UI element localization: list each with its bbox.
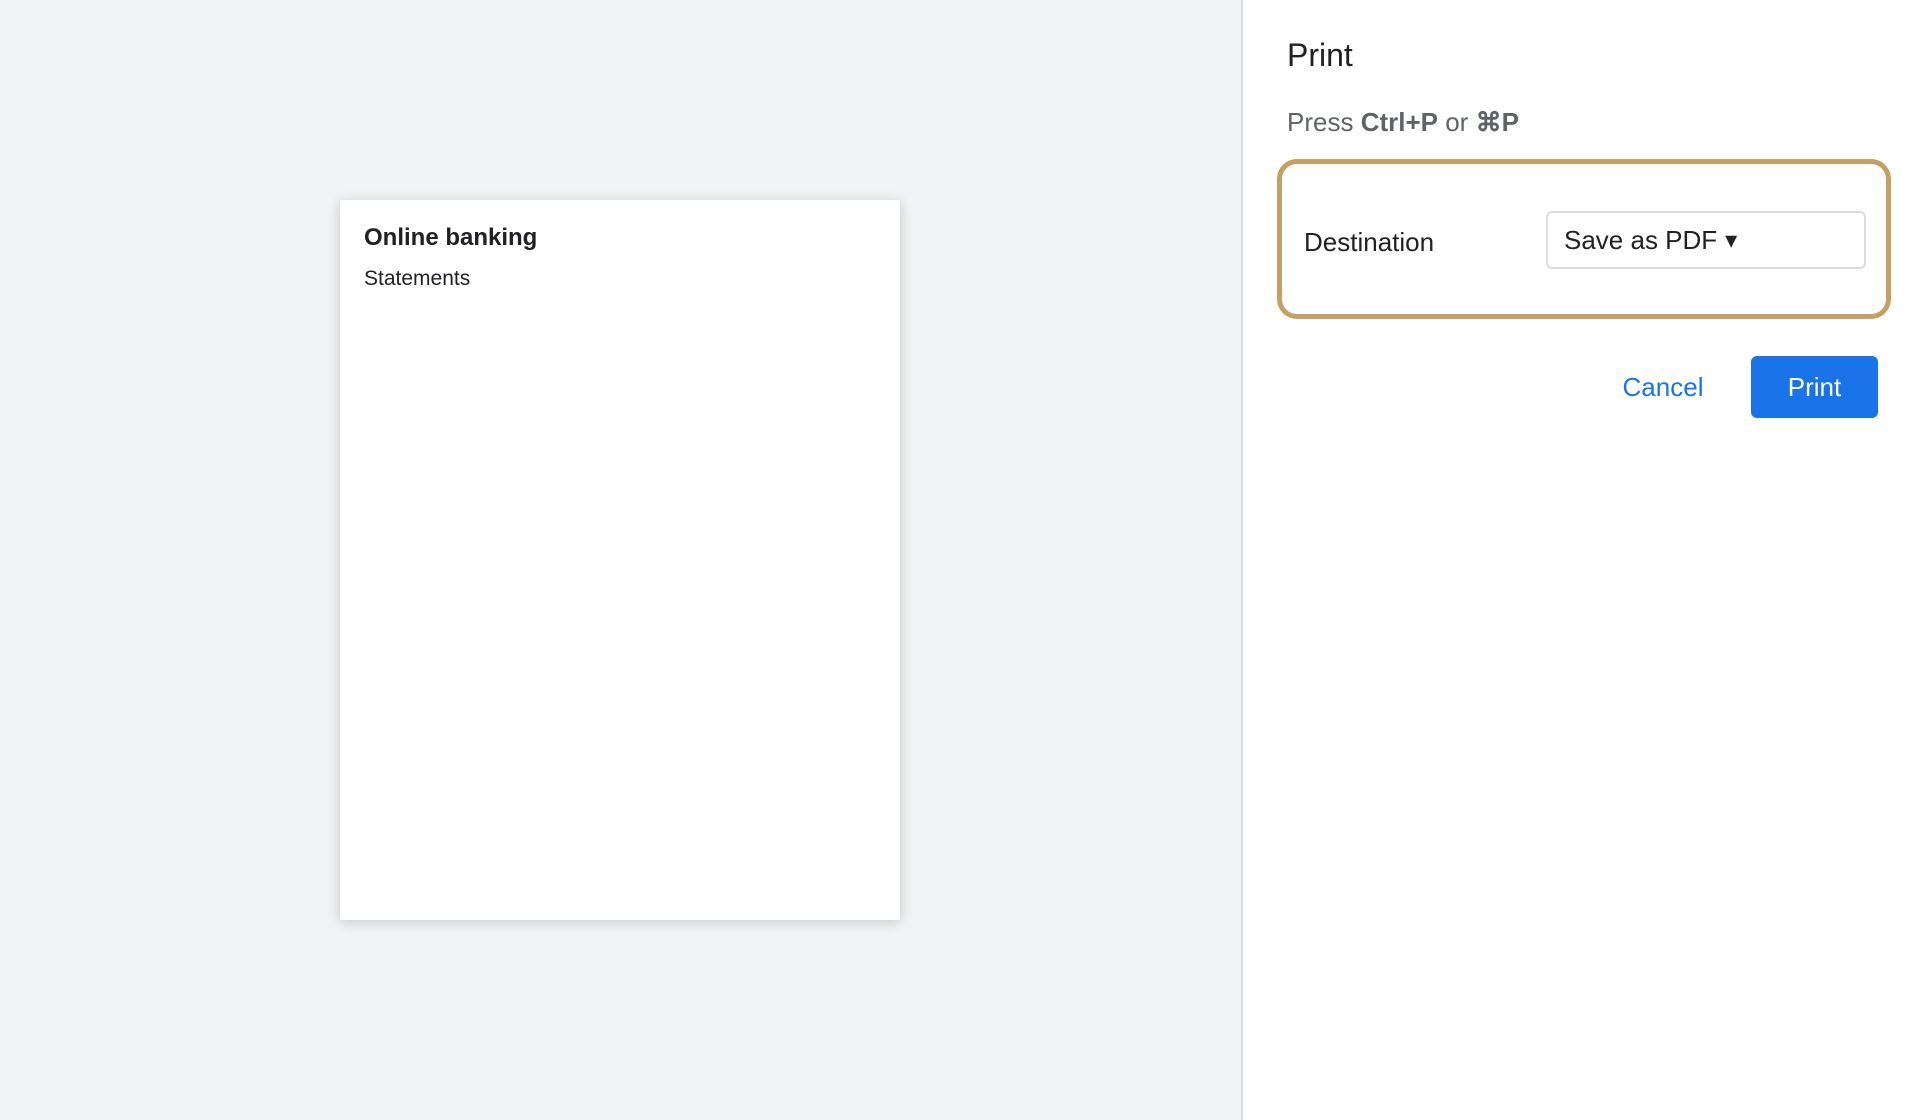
hint-key-ctrl-p: Ctrl+P bbox=[1360, 107, 1438, 137]
preview-page: Online banking Statements bbox=[340, 200, 900, 920]
cancel-button[interactable]: Cancel bbox=[1603, 356, 1723, 418]
print-button[interactable]: Print bbox=[1751, 356, 1878, 418]
preview-page-subtitle: Statements bbox=[364, 267, 471, 290]
destination-value: Save as PDF bbox=[1564, 224, 1718, 255]
destination-label: Destination bbox=[1304, 227, 1435, 257]
shortcut-hint: Press Ctrl+P or ⌘P bbox=[1287, 106, 1519, 138]
print-preview-area: Online banking Statements bbox=[0, 0, 1241, 1120]
hint-prefix: Press bbox=[1287, 107, 1361, 137]
destination-section: Destination Save as PDF ▾ bbox=[1277, 159, 1891, 319]
hint-middle: or bbox=[1438, 107, 1476, 137]
destination-select[interactable]: Save as PDF ▾ bbox=[1546, 211, 1866, 269]
hint-key-cmd-p: ⌘P bbox=[1475, 107, 1519, 137]
panel-title: Print bbox=[1287, 37, 1353, 73]
preview-page-title: Online banking bbox=[364, 224, 538, 251]
chevron-down-icon: ▾ bbox=[1725, 226, 1738, 254]
print-settings-panel: Print Press Ctrl+P or ⌘P Destination Sav… bbox=[1241, 0, 1920, 1120]
